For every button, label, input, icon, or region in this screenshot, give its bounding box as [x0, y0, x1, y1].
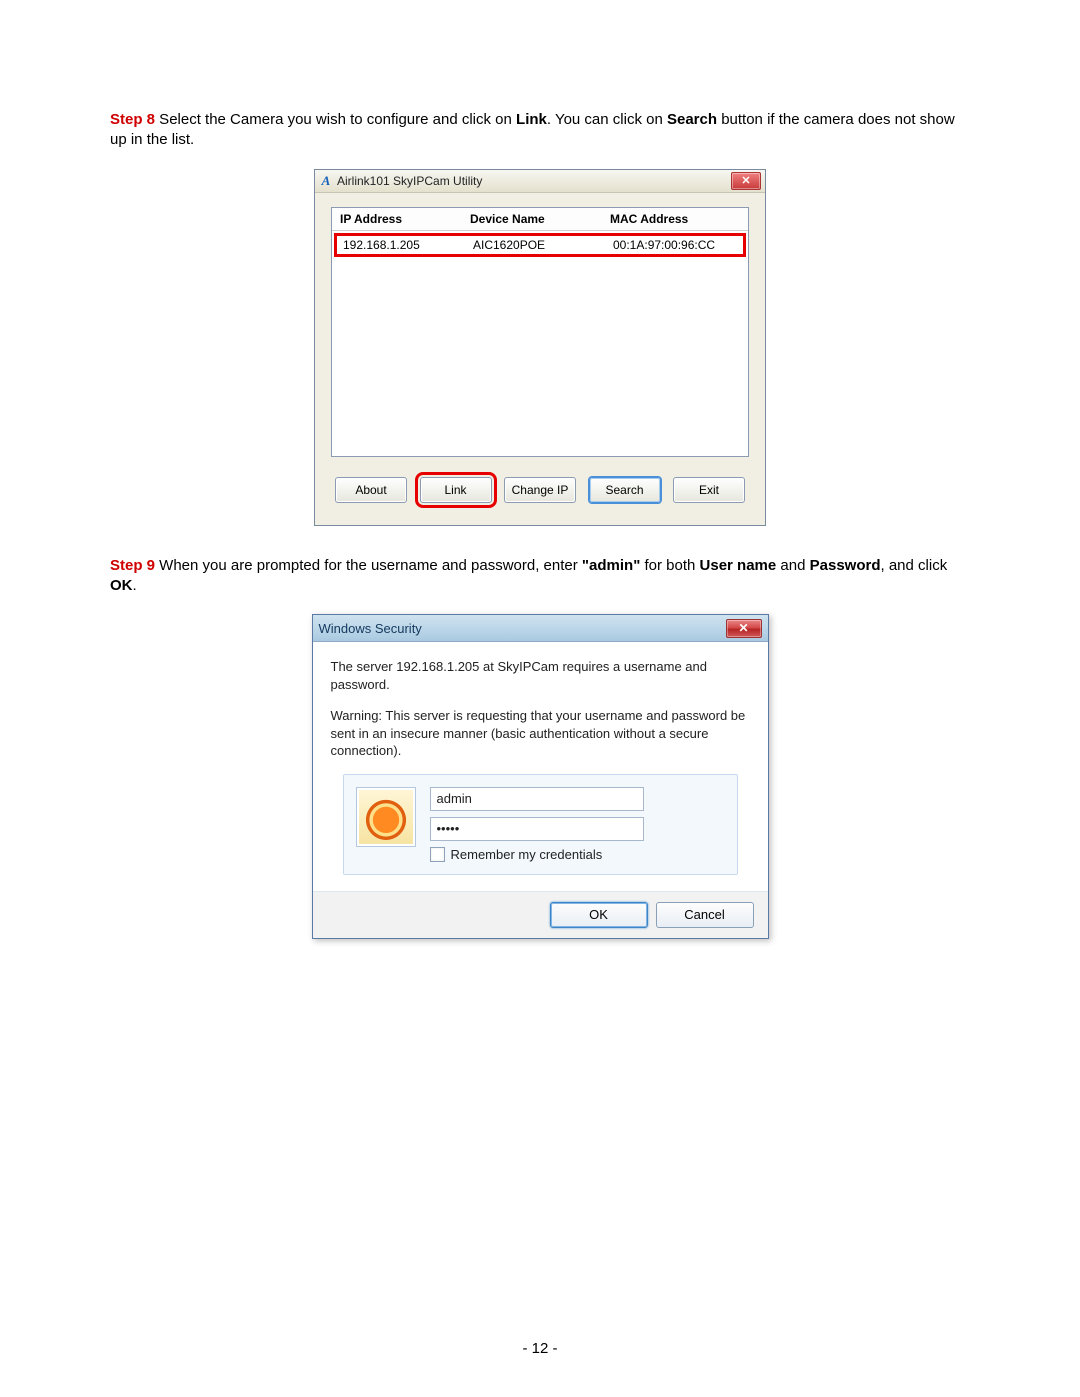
security-text-1: The server 192.168.1.205 at SkyIPCam req… — [331, 658, 750, 693]
camera-list[interactable]: IP Address Device Name MAC Address 192.1… — [331, 207, 749, 457]
user-avatar-icon — [356, 787, 416, 847]
step8-instruction: Step 8 Select the Camera you wish to con… — [110, 110, 970, 151]
step9-label: Step 9 — [110, 557, 155, 574]
utility-button-row: About Link Change IP Search Exit — [331, 477, 749, 507]
link-button[interactable]: Link — [420, 477, 492, 503]
utility-title: Airlink101 SkyIPCam Utility — [337, 174, 482, 188]
step8-label: Step 8 — [110, 111, 155, 128]
password-field[interactable]: ••••• — [430, 817, 644, 841]
remember-label: Remember my credentials — [451, 847, 603, 862]
search-button[interactable]: Search — [589, 477, 661, 503]
skyipcam-utility-window: A Airlink101 SkyIPCam Utility ✕ IP Addre… — [314, 169, 766, 526]
change-ip-button[interactable]: Change IP — [504, 477, 576, 503]
windows-security-dialog: Windows Security ✕ The server 192.168.1.… — [312, 614, 769, 939]
security-titlebar: Windows Security ✕ — [313, 615, 768, 642]
exit-button[interactable]: Exit — [673, 477, 745, 503]
utility-titlebar: A Airlink101 SkyIPCam Utility ✕ — [315, 170, 765, 193]
step9-instruction: Step 9 When you are prompted for the use… — [110, 556, 970, 597]
camera-row-selected[interactable]: 192.168.1.205 AIC1620POE 00:1A:97:00:96:… — [334, 233, 746, 257]
about-button[interactable]: About — [335, 477, 407, 503]
col-name: Device Name — [470, 212, 610, 226]
col-ip: IP Address — [340, 212, 470, 226]
security-title: Windows Security — [319, 621, 422, 636]
security-text-2: Warning: This server is requesting that … — [331, 707, 750, 760]
col-mac: MAC Address — [610, 212, 740, 226]
app-icon: A — [319, 174, 333, 188]
cancel-button[interactable]: Cancel — [656, 902, 754, 928]
page-number: - 12 - — [0, 1340, 1080, 1357]
credentials-panel: admin ••••• Remember my credentials — [343, 774, 738, 875]
remember-checkbox[interactable] — [430, 847, 445, 862]
cell-name: AIC1620POE — [473, 238, 613, 252]
cell-ip: 192.168.1.205 — [343, 238, 473, 252]
ok-button[interactable]: OK — [550, 902, 648, 928]
close-icon[interactable]: ✕ — [731, 172, 761, 190]
list-header: IP Address Device Name MAC Address — [332, 208, 748, 231]
close-icon[interactable]: ✕ — [726, 619, 762, 638]
username-field[interactable]: admin — [430, 787, 644, 811]
security-footer: OK Cancel — [313, 891, 768, 938]
remember-credentials-row[interactable]: Remember my credentials — [430, 847, 725, 862]
cell-mac: 00:1A:97:00:96:CC — [613, 238, 737, 252]
